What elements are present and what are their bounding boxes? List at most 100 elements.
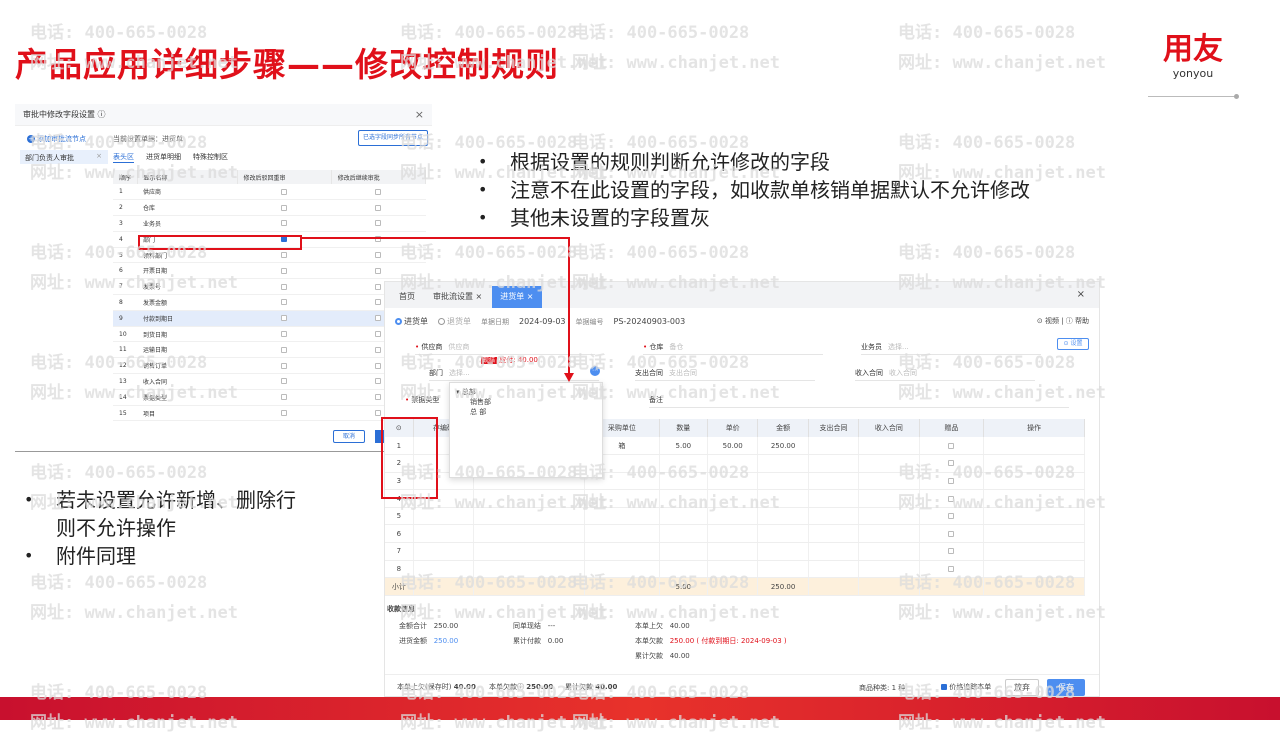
summary-value: 250.00 [433, 637, 459, 645]
salesman-field[interactable]: 业务员 选择... [861, 342, 1041, 355]
reject-checkbox[interactable] [237, 215, 332, 232]
summary-due: ( 付款到期日: 2024-09-03 ) [696, 637, 787, 645]
qty-cell[interactable]: 5.00 [659, 437, 709, 456]
code-value: PS-20240903-003 [613, 317, 686, 326]
continue-checkbox[interactable] [331, 247, 426, 264]
dept-row-highlight [138, 235, 302, 250]
radio-purchase[interactable]: 进货单 [395, 316, 428, 327]
row-order: 15 [113, 405, 137, 422]
left-bullets: 若未设置允许新增、删除行则不允许操作 附件同理 [24, 486, 296, 570]
reject-checkbox[interactable] [237, 262, 332, 280]
warehouse-field[interactable]: • 仓库 备仓 [643, 342, 823, 355]
dropdown-item[interactable]: ▾ 总部 [456, 387, 596, 397]
reject-checkbox[interactable] [237, 357, 332, 375]
abandon-button[interactable]: 放弃 [1005, 679, 1039, 696]
gift-checkbox[interactable] [919, 454, 985, 473]
dropdown-item[interactable]: 总 部 [456, 407, 596, 417]
gift-checkbox[interactable] [919, 560, 985, 579]
grid-row[interactable]: 5 [385, 507, 1085, 526]
col-name: 显示名称 [137, 170, 238, 184]
gift-checkbox[interactable] [919, 507, 985, 526]
sync-button[interactable]: 已选字段同步所有节点 [358, 130, 428, 146]
node-item-label: 部门负责人审批 [25, 154, 74, 162]
current-type: 当前设置单据：进货单 [113, 135, 183, 143]
field-label: 支出合同 [635, 369, 663, 377]
reject-checkbox[interactable] [237, 199, 332, 217]
node-item[interactable]: 部门负责人审批 × [20, 150, 108, 164]
gift-checkbox[interactable] [919, 489, 985, 508]
grid-col-header: 单价 [707, 419, 759, 437]
row-name: 仓库 [137, 199, 237, 217]
watermark: 网址: www.chanjet.net [898, 53, 1106, 73]
checkbox-icon[interactable] [941, 684, 947, 690]
settings-button[interactable]: ⊙ 设置 [1057, 338, 1089, 350]
reject-checkbox[interactable] [237, 310, 332, 327]
row-number: 8 [385, 560, 414, 579]
save-button[interactable]: 保存 [1047, 679, 1085, 696]
price-cell[interactable]: 50.00 [707, 437, 759, 456]
field-label: 业务员 [861, 343, 882, 351]
amount-cell[interactable]: 250.00 [757, 437, 809, 456]
watermark: 网址: www.chanjet.net [30, 603, 238, 623]
gift-checkbox[interactable] [919, 437, 985, 456]
continue-checkbox[interactable] [331, 184, 426, 201]
tab-header[interactable]: 表头区 [113, 152, 134, 163]
footer-label: 本单上欠(保存时) [397, 683, 452, 691]
arrow-line-v [568, 237, 570, 375]
reject-checkbox[interactable] [237, 278, 332, 296]
gift-checkbox[interactable] [919, 524, 985, 544]
continue-checkbox[interactable] [331, 199, 426, 217]
row-name: 票据类型 [137, 389, 237, 406]
grid-col-header: 金额 [757, 419, 809, 437]
help-links[interactable]: ⊙ 视频 | ⓘ 帮助 [1037, 316, 1089, 326]
close-icon[interactable]: × [1077, 289, 1085, 300]
date-value[interactable]: 2024-09-03 [519, 317, 566, 326]
remove-node-icon[interactable]: × [96, 152, 102, 160]
grid-row[interactable]: 7 [385, 542, 1085, 561]
tab-purchase[interactable]: 进货单 × [492, 286, 542, 308]
continue-checkbox[interactable] [331, 262, 426, 280]
supplier-field[interactable]: • 供应商 供应商 [415, 342, 595, 355]
field-label: 备注 [649, 396, 663, 404]
continue-checkbox[interactable] [331, 231, 426, 248]
add-node-button[interactable]: + 添加审批流节点 [27, 134, 86, 144]
grid-col-header: 数量 [659, 419, 709, 437]
reject-checkbox[interactable] [237, 373, 332, 390]
tab-approval[interactable]: 审批流设置 × [425, 286, 490, 308]
cancel-button[interactable]: 取消 [333, 430, 365, 443]
plus-icon: + [27, 135, 35, 143]
tab-special[interactable]: 特殊控制区 [193, 152, 228, 163]
dept-field[interactable]: 部门 选择... [429, 368, 599, 381]
tab-home[interactable]: 首页 [391, 286, 423, 308]
gift-checkbox[interactable] [919, 542, 985, 561]
reject-checkbox[interactable] [237, 184, 332, 201]
radio-label: 进货单 [404, 317, 428, 326]
dropdown-item[interactable]: 销售部 [456, 397, 596, 407]
reject-checkbox[interactable] [237, 389, 332, 406]
field-placeholder: 收入合同 [889, 369, 917, 377]
reject-checkbox[interactable] [237, 326, 332, 343]
table-row: 7 发票号 [113, 278, 426, 296]
radio-return[interactable]: 退货单 [438, 316, 471, 327]
grid-row[interactable]: 8 [385, 560, 1085, 579]
grid-row[interactable]: 6 [385, 524, 1085, 544]
table-row: 10 到货日期 [113, 326, 426, 343]
reject-checkbox[interactable] [237, 341, 332, 359]
continue-checkbox[interactable] [331, 215, 426, 232]
remark-field[interactable]: 备注 [649, 395, 1069, 408]
pay-contract-field[interactable]: 支出合同 支出合同 [635, 368, 815, 381]
grid-row[interactable]: 4 [385, 489, 1085, 508]
row-name: 供应商 [137, 184, 237, 201]
bill-type-field[interactable]: • 票据类型 [405, 395, 439, 405]
row-name: 项目 [137, 405, 237, 422]
income-contract-field[interactable]: 收入合同 收入合同 [855, 368, 1035, 381]
reject-checkbox[interactable] [237, 405, 332, 422]
more-icon[interactable]: ⋯ [590, 366, 600, 376]
tab-detail[interactable]: 进货单明细 [146, 152, 181, 163]
gift-checkbox[interactable] [919, 472, 985, 491]
reject-checkbox[interactable] [237, 294, 332, 311]
logo-dot [1234, 94, 1239, 99]
close-icon[interactable]: × [415, 108, 424, 121]
grid-col-header: 操作 [983, 419, 1085, 437]
row-order: 2 [113, 199, 137, 217]
